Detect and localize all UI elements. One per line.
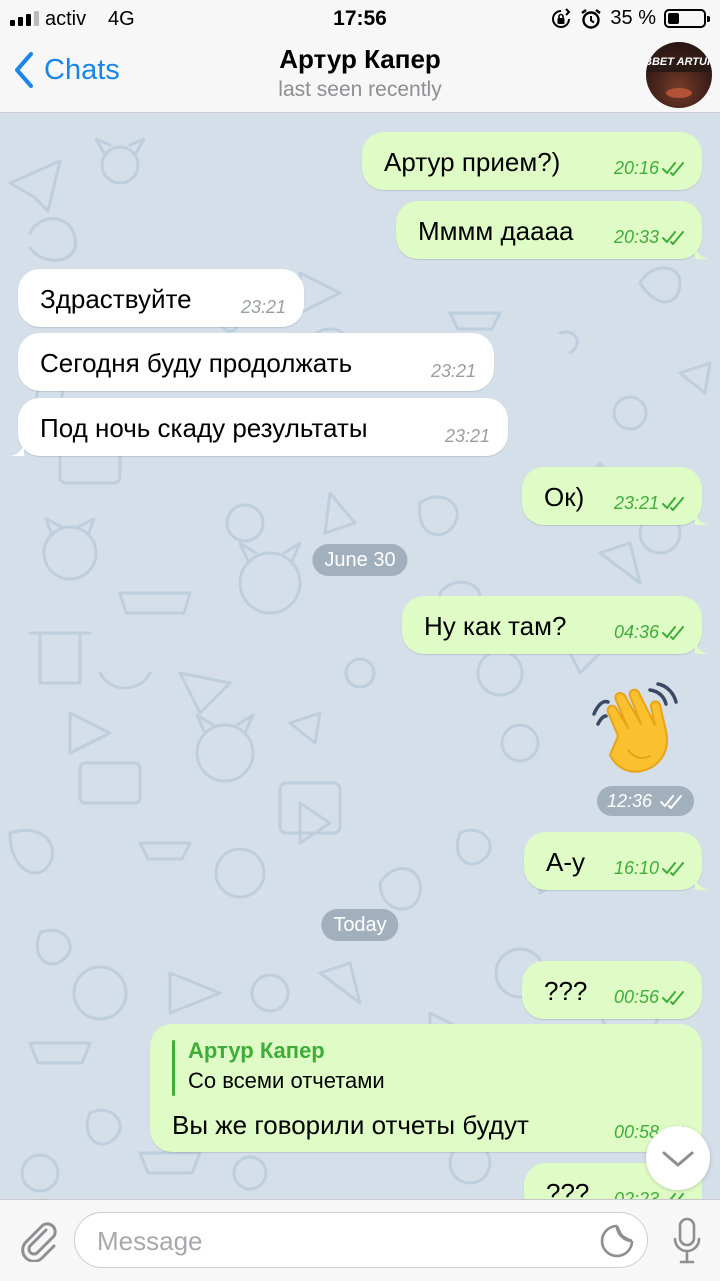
message-bubble-incoming[interactable]: Сегодня буду продолжать 23:21 [18,333,494,391]
chat-header: Chats Артур Капер last seen recently BBE… [0,38,720,113]
message-text: Вы же говорили отчеты будут [172,1110,529,1140]
date-separator: Today [321,909,399,941]
double-check-icon [662,162,684,176]
message-time: 02:23 [614,1189,686,1199]
reply-quoted-text[interactable]: Со всеми отчетами [188,1068,385,1094]
message-time: 20:33 [614,227,686,248]
avatar-text: BBET ARTUR [646,56,712,68]
reply-author[interactable]: Артур Капер [188,1038,325,1064]
bubble-tail [695,638,709,654]
bubble-tail [695,243,709,259]
composer-bar: Message [0,1199,720,1281]
status-right: 35 % [550,7,710,30]
double-check-icon [662,862,684,876]
battery-percent: 35 % [610,7,656,29]
message-bubble-outgoing[interactable]: Ну как там? 04:36 [402,596,709,654]
message-bubble-outgoing[interactable]: А-у 16:10 [524,832,709,890]
attach-paperclip-icon[interactable] [16,1218,60,1262]
message-text: Здраствуйте [40,284,192,314]
message-input-placeholder: Message [97,1226,203,1256]
message-time: 16:10 [614,858,686,879]
date-separator: June 30 [312,544,408,576]
bubble-tail [695,874,709,890]
message-list[interactable]: Артур прием?) 20:16 Мммм даааа 20:33 Здр… [0,113,720,1199]
message-bubble-incoming[interactable]: Под ночь скаду результаты 23:21 [10,398,508,456]
double-check-icon [662,991,684,1005]
message-text: Мммм даааа [418,216,574,246]
message-text: Ок) [544,482,585,512]
message-bubble-outgoing[interactable]: Артур прием?) 20:16 [362,132,702,190]
bubble-tail [10,440,24,456]
double-check-icon [660,795,682,809]
message-bubble-outgoing[interactable]: Мммм даааа 20:33 [396,201,709,259]
message-text: ??? [546,1178,590,1199]
message-time: 23:21 [430,361,476,381]
alarm-icon [581,8,602,29]
chevron-down-icon [662,1151,694,1167]
avatar[interactable]: BBET ARTUR [646,42,712,108]
scroll-to-bottom-button[interactable] [646,1126,710,1190]
message-bubble-outgoing[interactable]: ??? 00:56 [522,961,702,1019]
message-text: ??? [544,976,588,1006]
rotation-lock-icon [552,7,571,28]
message-text: Артур прием?) [384,147,561,177]
double-check-icon [662,497,684,511]
last-seen-status: last seen recently [278,78,442,101]
message-time: 04:36 [614,622,686,643]
message-input[interactable]: Message [74,1212,648,1268]
message-text: А-у [546,847,585,877]
microphone-icon[interactable] [672,1217,702,1265]
bubble-tail [695,509,709,525]
sticker-icon[interactable] [599,1223,635,1259]
message-text: Сегодня буду продолжать [40,348,353,378]
message-time: 23:21 [444,426,490,446]
waving-hand-sticker[interactable] [588,680,688,780]
message-time: 23:21 [614,493,686,514]
message-time: 20:16 [614,158,686,179]
battery-icon [664,9,710,28]
message-text: Ну как там? [424,611,567,641]
double-check-icon [662,626,684,640]
chat-title[interactable]: Артур Капер [0,44,720,75]
message-bubble-outgoing-reply[interactable]: Артур Капер Со всеми отчетами Вы же гово… [150,1024,709,1152]
sticker-time: 12:36 [596,786,694,816]
reply-quote-bar [172,1040,175,1096]
double-check-icon [662,231,684,245]
status-bar: activ 4G 17:56 35 % [0,0,720,38]
message-bubble-incoming[interactable]: Здраствуйте 23:21 [18,269,304,327]
message-bubble-outgoing[interactable]: Ок) 23:21 [522,467,709,525]
message-time: 00:56 [614,987,686,1008]
message-time: 23:21 [240,297,286,317]
message-text: Под ночь скаду результаты [40,413,368,443]
